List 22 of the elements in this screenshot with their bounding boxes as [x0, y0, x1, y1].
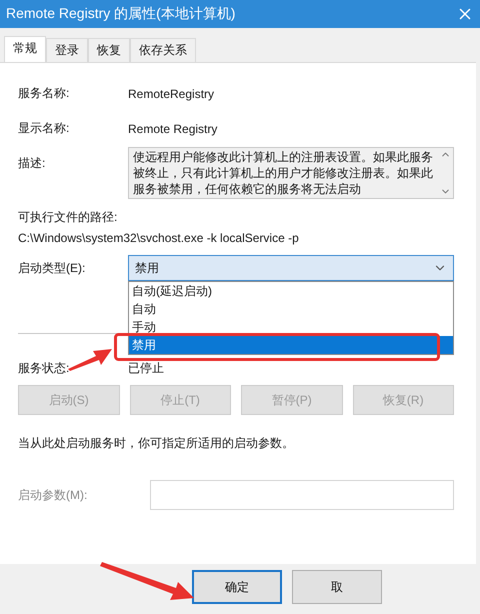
field-value: 已停止 [128, 360, 164, 377]
hint-text: 当从此处启动服务时，你可指定所适用的启动参数。 [18, 435, 294, 452]
field-label: 显示名称: [18, 120, 70, 137]
field-value: RemoteRegistry [128, 86, 214, 100]
field-label: 描述: [18, 155, 46, 172]
field-value: Remote Registry [128, 122, 218, 136]
path-value: C:\Windows\system32\svchost.exe -k localService -p [18, 231, 299, 245]
tab[interactable]: 登录 [46, 38, 88, 62]
startup-type-dropdown[interactable]: 禁用 [128, 255, 454, 281]
field-label: 服务名称: [18, 85, 70, 102]
field-label: 服务状态: [18, 360, 70, 377]
tab[interactable]: 恢复 [88, 38, 130, 62]
dropdown-option[interactable]: 禁用 [129, 336, 453, 354]
tab[interactable]: 常规 [4, 36, 46, 62]
dialog-button[interactable]: 取 [292, 570, 382, 604]
field-label: 可执行文件的路径: [18, 209, 118, 226]
start-params-field[interactable] [150, 480, 454, 510]
field-label: 启动类型(E): [18, 260, 86, 276]
tab[interactable]: 依存关系 [130, 38, 196, 62]
field-label: 启动参数(M): [18, 486, 88, 504]
dialog-button[interactable]: 确定 [192, 570, 282, 604]
window-title: Remote Registry 的属性(本地计算机) [6, 5, 236, 23]
